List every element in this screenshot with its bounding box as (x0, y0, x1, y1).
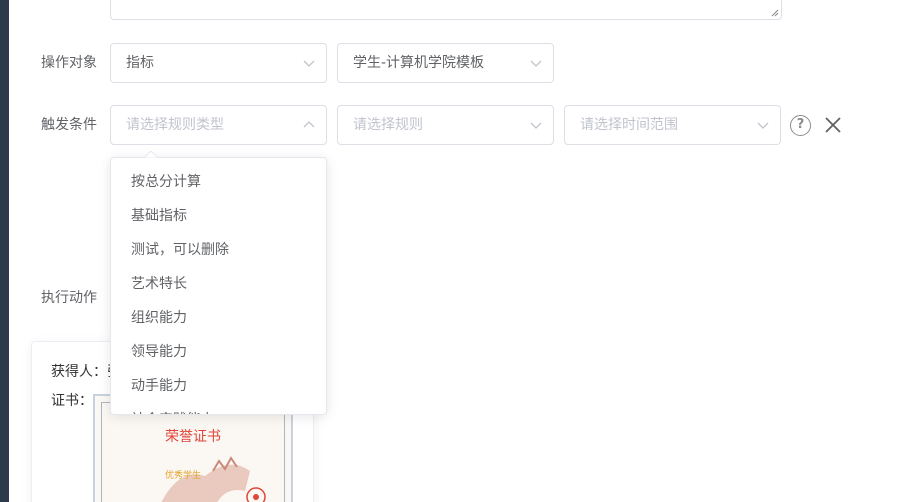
certificate-label: 证书： (51, 393, 93, 409)
rule-type-select[interactable]: 请选择规则类型 (110, 105, 327, 145)
target-template-select[interactable]: 学生-计算机学院模板 (337, 43, 554, 83)
dropdown-caret-icon (144, 151, 158, 158)
rule-type-dropdown: 按总分计算 基础指标 测试，可以删除 艺术特长 组织能力 领导能力 动手能力 社… (110, 157, 327, 415)
dropdown-option[interactable]: 领导能力 (111, 335, 326, 369)
rule-select[interactable]: 请选择规则 (337, 105, 554, 145)
target-type-select[interactable]: 指标 (110, 43, 327, 83)
target-template-value: 学生-计算机学院模板 (353, 55, 485, 71)
dropdown-option[interactable]: 动手能力 (111, 369, 326, 403)
trigger-label: 触发条件 (41, 117, 97, 133)
chevron-up-icon (303, 121, 315, 128)
certificate-title: 荣誉证书 (165, 429, 221, 445)
help-icon[interactable]: ? (790, 115, 811, 136)
description-textarea[interactable] (110, 0, 782, 20)
time-range-placeholder: 请选择时间范围 (580, 117, 678, 133)
chevron-down-icon (530, 60, 542, 67)
dropdown-option[interactable]: 组织能力 (111, 301, 326, 335)
dropdown-option[interactable]: 基础指标 (111, 199, 326, 233)
dropdown-option[interactable]: 艺术特长 (111, 267, 326, 301)
sidebar-edge (0, 0, 9, 502)
dropdown-option[interactable]: 测试，可以删除 (111, 233, 326, 267)
target-type-value: 指标 (126, 55, 154, 71)
dropdown-option[interactable]: 社会实践能力 (111, 403, 326, 414)
rule-type-placeholder: 请选择规则类型 (126, 117, 224, 133)
resize-grip-icon[interactable] (771, 9, 779, 17)
certificate-gold-text: 优秀学生 (165, 471, 202, 481)
close-icon[interactable] (823, 115, 843, 135)
action-label: 执行动作 (41, 290, 97, 306)
chevron-down-icon (303, 60, 315, 67)
target-label: 操作对象 (41, 55, 97, 71)
chevron-down-icon (530, 122, 542, 129)
chevron-down-icon (757, 122, 769, 129)
seal-stamp (246, 487, 266, 502)
rule-placeholder: 请选择规则 (353, 117, 423, 133)
dropdown-option[interactable]: 按总分计算 (111, 165, 326, 199)
time-range-select[interactable]: 请选择时间范围 (564, 105, 781, 145)
